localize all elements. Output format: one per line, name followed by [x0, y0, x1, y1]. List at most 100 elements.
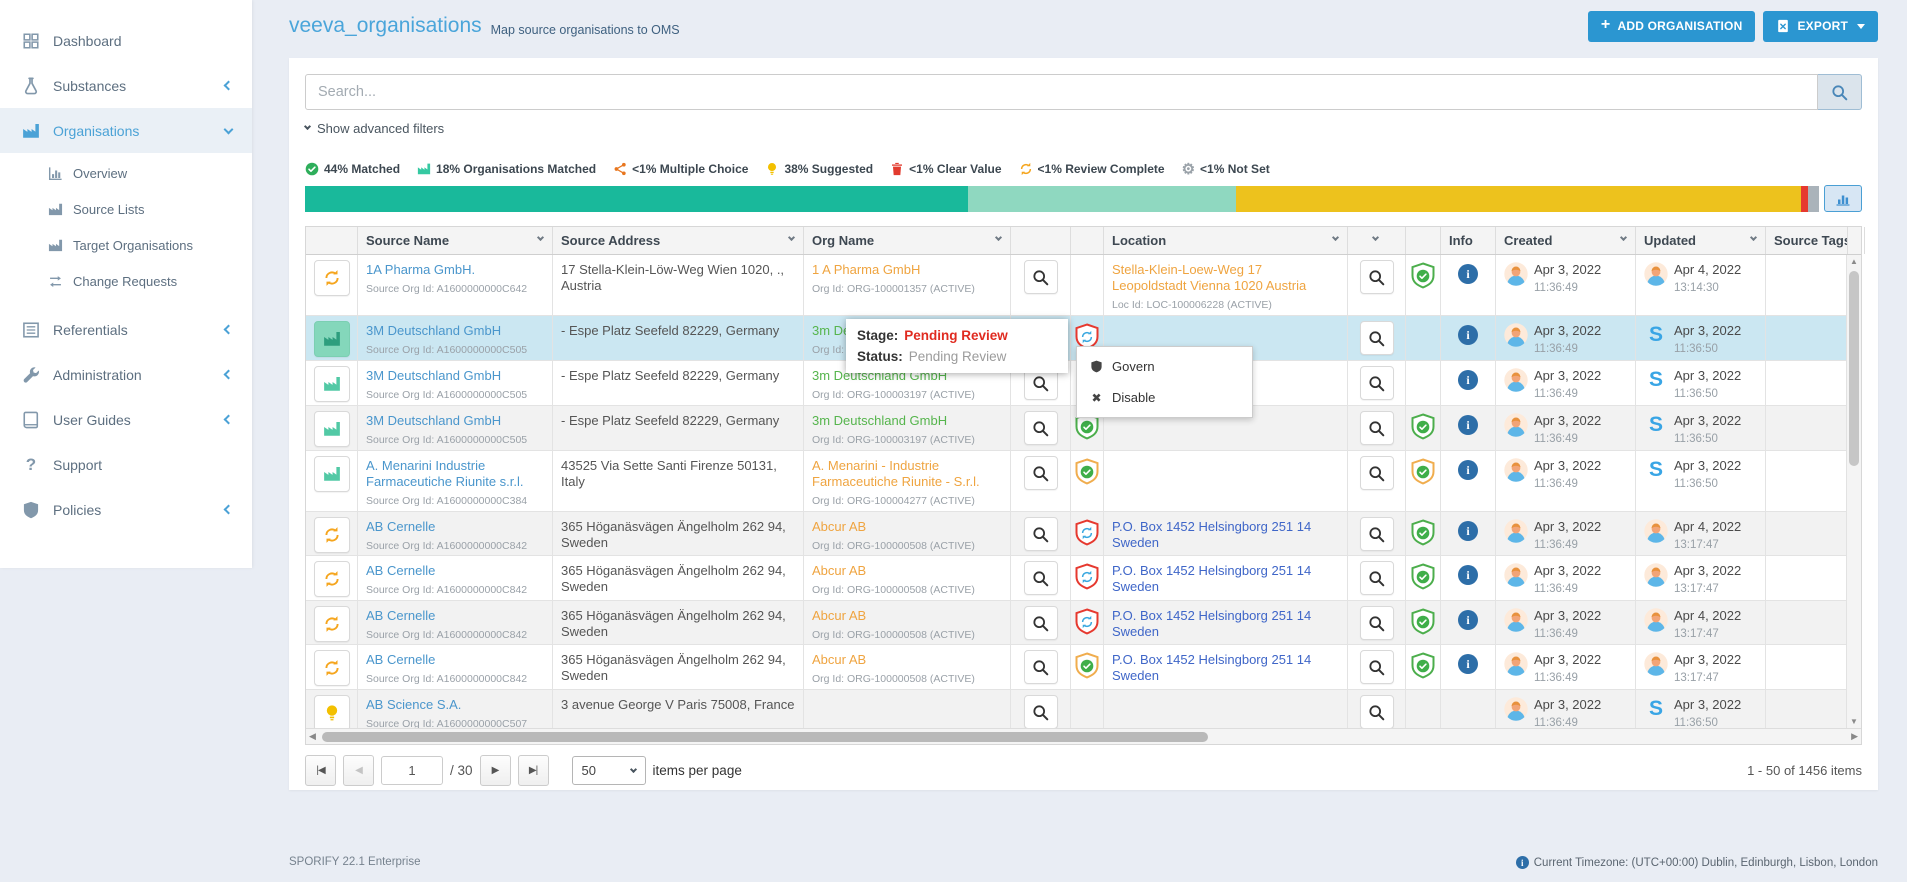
search-row-button[interactable] — [1024, 650, 1058, 684]
menu-item-disable[interactable]: ✖ Disable — [1077, 382, 1252, 413]
search-row-button[interactable] — [1360, 695, 1394, 728]
search-row-button[interactable] — [1360, 411, 1394, 445]
last-page-button[interactable]: ▶| — [518, 755, 549, 786]
search-row-button[interactable] — [1360, 456, 1394, 490]
sidebar-item-user-guides[interactable]: User Guides — [0, 397, 252, 442]
vertical-scrollbar[interactable]: ▲▼ — [1846, 255, 1861, 728]
column-header-org-name[interactable]: Org Name — [804, 227, 1011, 254]
search-row-button[interactable] — [1360, 260, 1394, 294]
table-row[interactable]: A. Menarini Industrie Farmaceutiche Riun… — [306, 451, 1861, 512]
column-header-created[interactable]: Created — [1496, 227, 1636, 254]
source-name-link[interactable]: 3M Deutschland GmbH — [366, 368, 501, 383]
search-row-button[interactable] — [1024, 695, 1058, 728]
info-icon[interactable]: i — [1458, 654, 1478, 674]
source-name-link[interactable]: AB Cernelle — [366, 519, 435, 534]
prev-page-button[interactable]: ◀ — [343, 755, 374, 786]
stage-shield-red-icon[interactable] — [1074, 519, 1100, 549]
stage-shield-orange-icon[interactable] — [1074, 652, 1100, 682]
row-type-refresh-button[interactable] — [314, 606, 350, 642]
search-row-button[interactable] — [1360, 650, 1394, 684]
search-row-button[interactable] — [1360, 321, 1394, 355]
scroll-right-icon[interactable]: ▶ — [1851, 731, 1858, 742]
source-name-link[interactable]: 3M Deutschland GmbH — [366, 323, 501, 338]
org-name-link[interactable]: Abcur AB — [812, 608, 866, 623]
row-type-bulb-button[interactable] — [314, 695, 350, 728]
sidebar-subitem-source-lists[interactable]: Source Lists — [0, 191, 252, 227]
add-organisation-button[interactable]: + ADD ORGANISATION — [1588, 11, 1756, 42]
row-type-refresh-button[interactable] — [314, 650, 350, 686]
stage-shield-green-icon[interactable] — [1410, 413, 1436, 443]
info-icon[interactable]: i — [1458, 264, 1478, 284]
row-type-refresh-button[interactable] — [314, 260, 350, 296]
scroll-down-icon[interactable]: ▼ — [1847, 717, 1861, 726]
first-page-button[interactable]: |◀ — [305, 755, 336, 786]
stage-shield-green-icon[interactable] — [1410, 519, 1436, 549]
source-name-link[interactable]: 1A Pharma GmbH. — [366, 262, 475, 277]
location-link[interactable]: Stella-Klein-Loew-Weg 17 Leopoldstadt Vi… — [1112, 262, 1306, 293]
search-row-button[interactable] — [1024, 411, 1058, 445]
scroll-up-icon[interactable]: ▲ — [1847, 257, 1861, 266]
search-row-button[interactable] — [1024, 606, 1058, 640]
sidebar-subitem-overview[interactable]: Overview — [0, 155, 252, 191]
row-type-factory-button[interactable] — [314, 366, 350, 402]
menu-item-govern[interactable]: Govern — [1077, 351, 1252, 382]
source-name-link[interactable]: AB Cernelle — [366, 563, 435, 578]
sidebar-item-administration[interactable]: Administration — [0, 352, 252, 397]
org-name-link[interactable]: 1 A Pharma GmbH — [812, 262, 920, 277]
row-type-factory-button[interactable] — [314, 411, 350, 447]
info-icon[interactable]: i — [1458, 370, 1478, 390]
sidebar-subitem-target-organisations[interactable]: Target Organisations — [0, 227, 252, 263]
info-icon[interactable]: i — [1458, 565, 1478, 585]
info-icon[interactable]: i — [1458, 460, 1478, 480]
org-name-link[interactable]: A. Menarini - Industrie Farmaceutiche Ri… — [812, 458, 980, 489]
search-input[interactable] — [305, 74, 1818, 110]
source-name-link[interactable]: AB Science S.A. — [366, 697, 461, 712]
stage-shield-green-icon[interactable] — [1410, 262, 1436, 292]
column-header-location[interactable]: Location — [1104, 227, 1348, 254]
org-name-link[interactable]: 3m Deutschland GmbH — [812, 413, 947, 428]
search-row-button[interactable] — [1024, 517, 1058, 551]
source-name-link[interactable]: AB Cernelle — [366, 608, 435, 623]
table-row[interactable]: AB CernelleSource Org Id: A1600000000C84… — [306, 601, 1861, 645]
stage-shield-orange-icon[interactable] — [1074, 458, 1100, 488]
location-link[interactable]: P.O. Box 1452 Helsingborg 251 14 Sweden — [1112, 652, 1311, 683]
column-header-updated[interactable]: Updated — [1636, 227, 1766, 254]
source-name-link[interactable]: A. Menarini Industrie Farmaceutiche Riun… — [366, 458, 524, 489]
table-row[interactable]: 1A Pharma GmbH.Source Org Id: A160000000… — [306, 255, 1861, 316]
table-row[interactable]: AB CernelleSource Org Id: A1600000000C84… — [306, 645, 1861, 690]
next-page-button[interactable]: ▶ — [480, 755, 511, 786]
stage-shield-red-icon[interactable] — [1074, 608, 1100, 638]
vertical-scroll-thumb[interactable] — [1849, 271, 1859, 466]
org-name-link[interactable]: Abcur AB — [812, 519, 866, 534]
source-name-link[interactable]: 3M Deutschland GmbH — [366, 413, 501, 428]
info-icon[interactable]: i — [1458, 610, 1478, 630]
source-name-link[interactable]: AB Cernelle — [366, 652, 435, 667]
stage-shield-green-icon[interactable] — [1410, 652, 1436, 682]
sidebar-item-referentials[interactable]: Referentials — [0, 307, 252, 352]
stage-shield-green-icon[interactable] — [1410, 608, 1436, 638]
horizontal-scrollbar[interactable]: ◀ ▶ — [306, 728, 1861, 744]
table-row[interactable]: AB CernelleSource Org Id: A1600000000C84… — [306, 512, 1861, 556]
sidebar-item-dashboard[interactable]: Dashboard — [0, 18, 252, 63]
advanced-filters-toggle[interactable]: Show advanced filters — [305, 119, 444, 137]
search-row-button[interactable] — [1360, 517, 1394, 551]
column-header-col-7[interactable] — [1348, 227, 1406, 254]
page-size-select[interactable]: 50 — [572, 756, 646, 785]
chart-view-button[interactable] — [1824, 185, 1862, 212]
info-icon[interactable]: i — [1458, 325, 1478, 345]
table-row[interactable]: AB CernelleSource Org Id: A1600000000C84… — [306, 556, 1861, 601]
stage-shield-red-icon[interactable] — [1074, 563, 1100, 593]
table-row[interactable]: AB Science S.A.Source Org Id: A160000000… — [306, 690, 1861, 728]
search-button[interactable] — [1818, 74, 1862, 110]
sidebar-subitem-change-requests[interactable]: Change Requests — [0, 263, 252, 299]
stage-shield-orange-icon[interactable] — [1410, 458, 1436, 488]
location-link[interactable]: P.O. Box 1452 Helsingborg 251 14 Sweden — [1112, 519, 1311, 550]
horizontal-scroll-thumb[interactable] — [322, 732, 1208, 742]
search-row-button[interactable] — [1024, 260, 1058, 294]
row-type-factory-button[interactable] — [314, 456, 350, 492]
sidebar-item-policies[interactable]: Policies — [0, 487, 252, 532]
row-type-factory-active-button[interactable] — [314, 321, 350, 357]
column-header-source-name[interactable]: Source Name — [358, 227, 553, 254]
org-name-link[interactable]: Abcur AB — [812, 563, 866, 578]
row-type-refresh-button[interactable] — [314, 517, 350, 553]
